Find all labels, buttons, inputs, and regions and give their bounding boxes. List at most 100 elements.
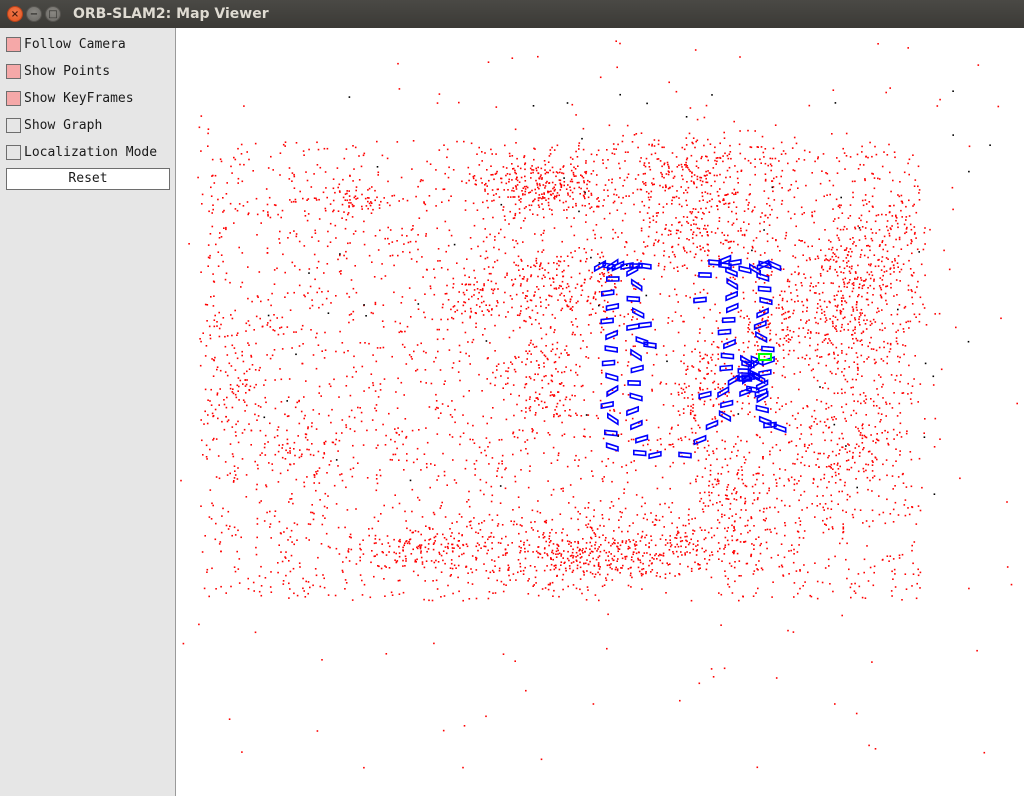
map-point: [876, 311, 878, 314]
map-point: [216, 321, 218, 323]
map-point: [481, 151, 483, 153]
map-point: [597, 417, 599, 420]
map-point: [457, 545, 460, 548]
map-point: [497, 363, 500, 365]
map-point: [289, 463, 291, 466]
map-point: [520, 176, 523, 179]
map-point: [560, 555, 562, 557]
map-point: [335, 432, 338, 435]
map-point: [757, 349, 759, 351]
map-point: [596, 528, 599, 530]
map-point: [689, 107, 692, 109]
map-point: [585, 170, 588, 173]
map-point: [542, 314, 545, 316]
map-point: [212, 375, 215, 377]
checkbox-box[interactable]: [6, 118, 21, 133]
map-point: [440, 596, 442, 598]
map-point: [374, 301, 377, 304]
show-keyframes-checkbox[interactable]: Show KeyFrames: [6, 91, 171, 107]
map-point: [232, 455, 235, 458]
show-graph-checkbox[interactable]: Show Graph: [6, 118, 171, 134]
close-icon[interactable]: ×: [7, 6, 23, 22]
map-point: [506, 382, 509, 385]
map-point: [889, 273, 892, 275]
map-point: [427, 548, 430, 550]
map-point: [724, 447, 726, 450]
show-points-checkbox[interactable]: Show Points: [6, 64, 171, 80]
map-point: [851, 180, 854, 183]
map-point: [706, 201, 709, 204]
map-point: [662, 404, 665, 406]
map-point: [216, 394, 219, 396]
map-point: [444, 220, 447, 223]
checkbox-box[interactable]: [6, 64, 21, 79]
point-cloud-canvas[interactable]: [176, 28, 1024, 796]
map-point: [595, 414, 598, 417]
map-point: [866, 358, 868, 360]
map-point: [204, 303, 207, 306]
map-point: [908, 199, 910, 202]
map-point: [752, 209, 754, 212]
follow-camera-checkbox[interactable]: Follow Camera: [6, 37, 171, 53]
map-point: [834, 327, 836, 329]
map-point: [526, 300, 529, 303]
map-point: [852, 287, 855, 290]
map-point: [675, 232, 678, 235]
map-viewport[interactable]: [176, 28, 1024, 796]
map-point: [729, 144, 731, 147]
map-point: [500, 580, 503, 583]
minimize-icon[interactable]: −: [26, 6, 42, 22]
map-point: [746, 440, 748, 443]
map-point: [659, 538, 662, 540]
map-point: [658, 239, 660, 242]
map-point: [417, 234, 419, 236]
map-point: [747, 129, 749, 132]
title-bar[interactable]: × − □ ORB-SLAM2: Map Viewer: [0, 0, 1024, 28]
map-point: [785, 231, 788, 234]
map-point: [434, 464, 436, 466]
map-point: [492, 371, 494, 374]
map-point: [713, 380, 716, 383]
map-point: [288, 167, 291, 169]
map-point: [726, 154, 729, 157]
map-point: [653, 145, 656, 147]
map-point: [888, 560, 890, 562]
map-point: [218, 237, 221, 239]
map-point: [705, 228, 707, 230]
map-point: [705, 170, 707, 173]
checkbox-box[interactable]: [6, 91, 21, 106]
reset-button[interactable]: Reset: [6, 168, 170, 190]
map-point: [708, 491, 710, 494]
map-point: [880, 358, 883, 360]
map-point: [767, 320, 769, 322]
map-point: [873, 475, 876, 477]
map-point: [814, 417, 817, 420]
map-point: [231, 391, 234, 393]
map-point: [375, 404, 378, 406]
map-point: [280, 401, 283, 403]
map-point: [898, 554, 901, 557]
map-point: [410, 553, 413, 555]
map-point: [707, 234, 709, 237]
map-point: [786, 280, 789, 283]
checkbox-box[interactable]: [6, 145, 21, 160]
map-point: [759, 222, 761, 225]
map-point: [255, 488, 258, 491]
map-point: [481, 536, 484, 538]
map-point: [632, 192, 634, 194]
map-point: [781, 313, 783, 316]
map-point: [669, 487, 671, 490]
map-point: [326, 263, 329, 265]
map-point: [857, 295, 859, 298]
map-point: [489, 535, 492, 538]
map-point: [740, 466, 743, 468]
localization-mode-checkbox[interactable]: Localization Mode: [6, 145, 171, 161]
checkbox-box[interactable]: [6, 37, 21, 52]
map-point: [509, 210, 511, 213]
map-point: [685, 137, 688, 139]
map-point: [712, 265, 715, 268]
map-point: [711, 554, 714, 556]
maximize-icon[interactable]: □: [45, 6, 61, 22]
map-point: [525, 350, 527, 352]
map-point: [422, 179, 424, 182]
